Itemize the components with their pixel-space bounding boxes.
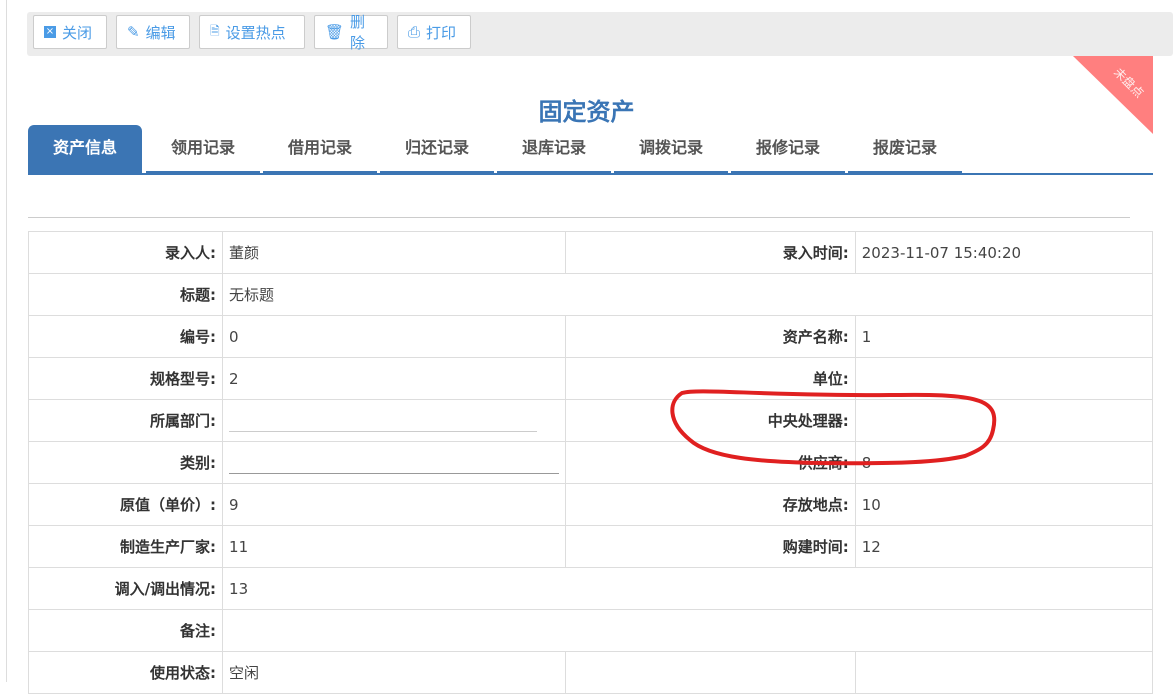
printer-icon: ⎙ [408, 23, 421, 41]
asset-info-table: 录入人: 董颜 录入时间: 2023-11-07 15:40:20 标题: 无标题 编号… [27, 231, 1154, 694]
button-label: 设置热点 [225, 23, 286, 42]
table-row: 类别: 供应商: 8 [27, 441, 1154, 484]
tab-scrap[interactable]: 报废记录 [848, 125, 962, 173]
page-title: 固定资产 [538, 98, 635, 126]
table-row: 编号: 0 资产名称: 1 [27, 315, 1154, 358]
tab-asset-info[interactable]: 资产信息 [28, 125, 142, 173]
table-row: 制造生产厂家: 11 购建时间: 12 [27, 525, 1154, 568]
print-button[interactable]: ⎙ 打印 [397, 15, 471, 49]
tab-bar: 资产信息 领用记录 借用记录 归还记录 退库记录 调拨记录 报修记录 报废记录 [28, 125, 1153, 175]
location-value: 10 [854, 483, 1154, 526]
cpu-value [854, 399, 1154, 442]
button-label: 关闭 [62, 23, 93, 42]
purchase-time-value: 12 [854, 525, 1154, 568]
close-icon: × [44, 26, 56, 38]
title-value: 无标题 [222, 273, 1153, 316]
field-label: 标题: [27, 273, 224, 316]
empty-cell [565, 651, 856, 694]
edit-button[interactable]: ✎ 编辑 [116, 15, 190, 49]
delete-button[interactable]: 🗑 删除 [314, 13, 388, 52]
field-label: 中央处理器: [565, 399, 856, 442]
field-label: 资产名称: [565, 315, 856, 358]
asset-name-value: 1 [854, 315, 1154, 358]
field-label: 所属部门: [27, 399, 224, 442]
pencil-icon: ✎ [127, 23, 140, 41]
field-label: 购建时间: [565, 525, 856, 568]
entered-time-value: 2023-11-07 15:40:20 [854, 231, 1154, 274]
field-label: 单位: [565, 357, 856, 400]
price-value: 9 [222, 483, 567, 526]
category-field[interactable] [222, 441, 567, 484]
table-row: 录入人: 董颜 录入时间: 2023-11-07 15:40:20 [27, 231, 1154, 274]
table-row: 规格型号: 2 单位: [27, 357, 1154, 400]
table-row: 标题: 无标题 [27, 273, 1153, 316]
tab-repair[interactable]: 报修记录 [731, 125, 845, 173]
entered-by-value: 董颜 [222, 231, 567, 274]
dept-field[interactable] [222, 399, 567, 442]
close-button[interactable]: × 关闭 [33, 15, 107, 49]
tab-withdraw[interactable]: 退库记录 [497, 125, 611, 173]
field-label: 录入时间: [565, 231, 856, 274]
toolbar: × 关闭 ✎ 编辑 🗎 设置热点 🗑 删除 ⎙ 打印 [27, 12, 1173, 56]
field-label: 供应商: [565, 441, 856, 484]
field-label: 制造生产厂家: [27, 525, 224, 568]
field-label: 规格型号: [27, 357, 224, 400]
code-value: 0 [222, 315, 567, 358]
unit-value [854, 357, 1154, 400]
spec-value: 2 [222, 357, 567, 400]
supplier-value: 8 [854, 441, 1154, 484]
empty-cell [854, 651, 1154, 694]
set-hotspot-button[interactable]: 🗎 设置热点 [199, 15, 305, 49]
table-row: 使用状态: 空闲 [27, 651, 1154, 694]
tab-requisition[interactable]: 领用记录 [146, 125, 260, 173]
trash-icon: 🗑 [325, 23, 345, 41]
field-label: 录入人: [27, 231, 224, 274]
status-value: 空闲 [222, 651, 567, 694]
field-label: 备注: [27, 609, 224, 652]
button-label: 删除 [350, 13, 366, 52]
field-label: 编号: [27, 315, 224, 358]
remark-value [222, 609, 1153, 652]
divider [28, 217, 1130, 218]
field-label: 原值（单价）: [27, 483, 224, 526]
field-label: 使用状态: [27, 651, 224, 694]
maker-value: 11 [222, 525, 567, 568]
button-label: 打印 [426, 23, 457, 42]
tab-return[interactable]: 归还记录 [380, 125, 494, 173]
table-row: 所属部门: 中央处理器: [27, 399, 1154, 442]
table-row: 调入/调出情况: 13 [27, 567, 1153, 610]
field-label: 调入/调出情况: [27, 567, 224, 610]
table-row: 原值（单价）: 9 存放地点: 10 [27, 483, 1154, 526]
table-row: 备注: [27, 609, 1153, 652]
transfer-value: 13 [222, 567, 1153, 610]
tab-borrow[interactable]: 借用记录 [263, 125, 377, 173]
tab-transfer[interactable]: 调拨记录 [614, 125, 728, 173]
field-label: 类别: [27, 441, 224, 484]
fire-icon: 🗎 [210, 23, 220, 38]
field-label: 存放地点: [565, 483, 856, 526]
button-label: 编辑 [145, 23, 176, 42]
